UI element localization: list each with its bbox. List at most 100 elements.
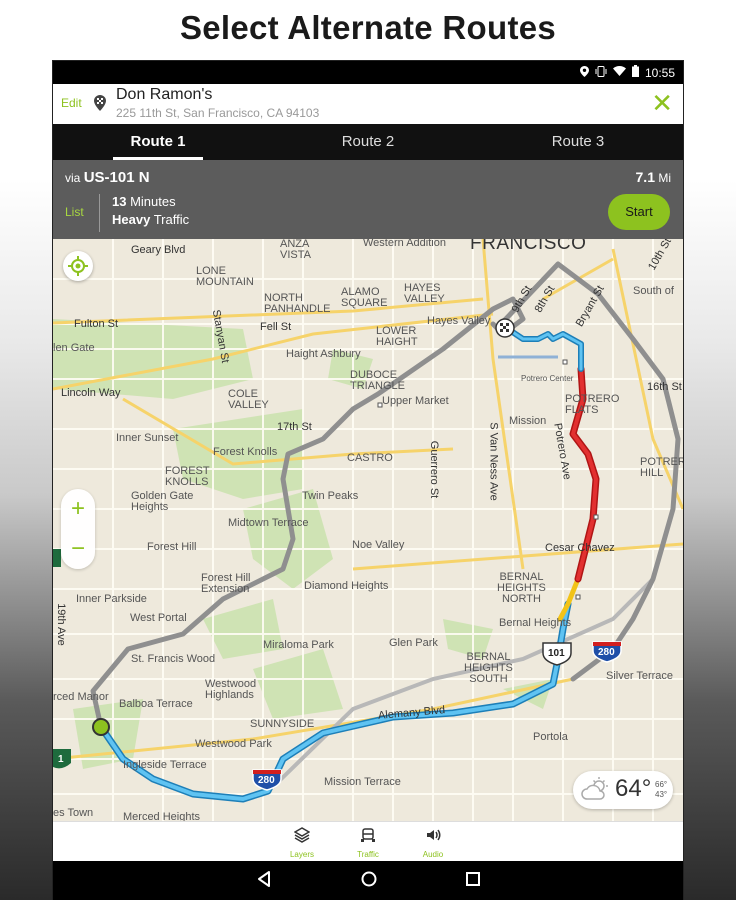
map-label: es Town	[53, 807, 94, 819]
start-button[interactable]: Start	[608, 194, 670, 230]
map-label: Forest Hill Extension	[201, 572, 251, 595]
map-label: 17th St	[277, 421, 312, 433]
route-time: 13 Minutes	[112, 194, 176, 209]
zoom-controls: + −	[61, 489, 95, 569]
tablet-screen: 10:55 Edit Don Ramon's 225 11th St, San …	[53, 61, 683, 900]
tab-route-1[interactable]: Route 1	[53, 124, 263, 160]
map-label: South of	[633, 285, 674, 297]
map-label: Fulton St	[74, 318, 119, 330]
start-point	[92, 718, 110, 736]
shield-1-label: 1	[58, 754, 64, 765]
recents-icon[interactable]	[465, 870, 481, 893]
shield-280-label: 280	[258, 775, 275, 786]
map-label: Forest Knolls	[213, 446, 278, 458]
map-label: St. Francis Wood	[131, 653, 216, 665]
partly-cloudy-icon	[581, 777, 608, 800]
map-label: ANZA VISTA	[280, 239, 311, 261]
weather-high: 66°	[655, 780, 668, 789]
checkered-flag-icon	[91, 94, 109, 112]
weather-widget[interactable]: 64° 66° 43°	[573, 771, 673, 809]
shield-280-label: 280	[598, 647, 615, 658]
left-edge-marker	[53, 549, 61, 567]
map-label: SUNNYSIDE	[250, 718, 315, 730]
route-via: via US-101 N	[65, 169, 150, 186]
tab-route-2[interactable]: Route 2	[263, 124, 473, 160]
wifi-icon	[612, 66, 626, 79]
map-label: Balboa Terrace	[119, 698, 193, 710]
back-icon[interactable]	[256, 870, 272, 893]
audio-label: Audio	[422, 850, 444, 859]
map-label: Geary Blvd	[131, 244, 186, 256]
map-label: Upper Market	[382, 395, 449, 407]
map-label: len Gate	[53, 342, 95, 354]
weather-temp: 64°	[615, 775, 652, 802]
via-road: US-101 N	[83, 169, 150, 186]
destination-name: Don Ramon's	[116, 86, 213, 103]
crosshair-icon	[68, 256, 88, 276]
map-label: Hayes Valley	[427, 315, 491, 327]
map-label: Mission Terrace	[324, 776, 401, 788]
audio-button[interactable]: Audio	[408, 827, 458, 859]
map-label: Western Addition	[363, 239, 446, 249]
route-distance: 7.1 Mi	[636, 169, 671, 185]
map-label: Mission	[509, 415, 547, 427]
traffic-word: Traffic	[153, 212, 190, 227]
bottom-toolbar: Layers Traffic Audio	[53, 821, 683, 862]
map-label: HAYES VALLEY	[404, 282, 445, 305]
map-label: West Portal	[130, 612, 187, 624]
speaker-icon	[427, 829, 441, 841]
layers-label: Layers	[289, 850, 314, 859]
map-label: BERNAL HEIGHTS NORTH	[497, 571, 546, 605]
map-label: Portola	[533, 731, 568, 743]
map-label: Westwood Highlands	[205, 678, 257, 701]
map-label: Glen Park	[389, 637, 438, 649]
route-tabs: Route 1 Route 2 Route 3	[53, 124, 683, 160]
map-label: NORTH PANHANDLE	[264, 292, 331, 315]
time-unit: Minutes	[130, 194, 176, 209]
map-label: CASTRO	[347, 452, 393, 464]
list-button[interactable]: List	[65, 205, 84, 219]
close-icon[interactable]: ✕	[651, 90, 673, 116]
edit-button[interactable]: Edit	[61, 96, 82, 110]
map-view[interactable]: FRANCISCO Geary Blvd ANZA VISTA Western …	[53, 239, 683, 821]
map-canvas	[53, 239, 683, 821]
destination-bar: Edit Don Ramon's 225 11th St, San Franci…	[53, 84, 683, 125]
page-headline: Select Alternate Routes	[179, 9, 557, 46]
map-label: Noe Valley	[352, 539, 405, 551]
map-label: rced Manor	[53, 691, 109, 703]
map-label: Westwood Park	[195, 738, 272, 750]
map-label: 19th Ave	[54, 603, 67, 646]
destination-address: 225 11th St, San Francisco, CA 94103	[116, 106, 320, 120]
traffic-button[interactable]: Traffic	[343, 827, 393, 859]
map-label: FOREST KNOLLS	[165, 465, 210, 488]
traffic-level: Heavy	[112, 212, 151, 227]
traffic-label: Traffic	[357, 850, 379, 859]
tab-route-3[interactable]: Route 3	[473, 124, 683, 160]
layers-button[interactable]: Layers	[277, 827, 327, 859]
map-label: Fell St	[260, 321, 292, 333]
route-summary: via US-101 N 7.1 Mi List 13 Minutes Heav…	[53, 160, 683, 239]
map-label: Merced Heights	[123, 811, 201, 822]
my-location-button[interactable]	[63, 251, 93, 281]
layers-icon	[293, 827, 311, 843]
map-label: LOWER HAIGHT	[376, 325, 418, 348]
map-label: BERNAL HEIGHTS SOUTH	[464, 651, 513, 685]
home-icon[interactable]	[360, 870, 378, 893]
map-label: POTRER HILL	[640, 456, 683, 479]
zoom-in-button[interactable]: +	[61, 497, 95, 521]
map-label: FRANCISCO	[470, 239, 587, 254]
map-label: 16th St	[647, 381, 682, 393]
map-label: Bernal Heights	[499, 617, 572, 629]
map-label: Ingleside Terrace	[123, 759, 207, 771]
map-label: COLE VALLEY	[228, 388, 269, 411]
distance-value: 7.1	[635, 169, 655, 185]
map-label: S Van Ness Ave	[487, 422, 500, 501]
map-label: Forest Hill	[147, 541, 197, 553]
map-label: Potrero Center	[521, 374, 574, 383]
map-label: Cesar Chavez	[545, 542, 615, 554]
map-label: ALAMO SQUARE	[341, 286, 388, 309]
status-bar: 10:55	[53, 61, 683, 84]
map-label: Midtown Terrace	[228, 517, 309, 529]
map-label: Inner Sunset	[116, 432, 179, 444]
zoom-out-button[interactable]: −	[61, 537, 95, 561]
